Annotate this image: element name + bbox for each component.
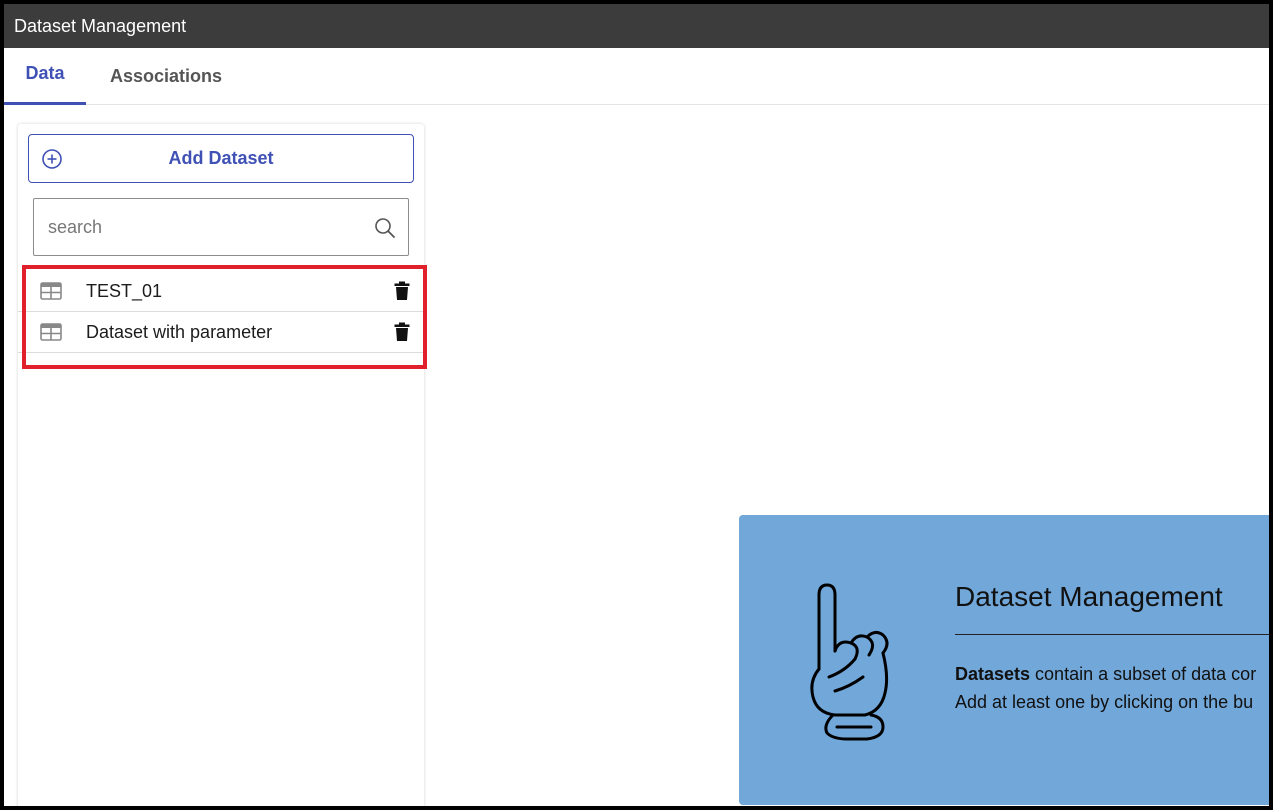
tab-associations-label: Associations xyxy=(110,66,223,86)
add-dataset-label: Add Dataset xyxy=(168,148,274,168)
info-bold-term: Datasets xyxy=(955,664,1031,684)
table-icon xyxy=(40,323,62,341)
search-input[interactable] xyxy=(48,215,348,239)
tab-associations[interactable]: Associations xyxy=(110,48,222,105)
add-dataset-button[interactable]: Add Dataset xyxy=(28,134,414,183)
dataset-list: TEST_01 Dataset with parameter xyxy=(18,271,424,353)
info-panel: Dataset Management Datasets contain a su… xyxy=(739,515,1273,805)
tab-data-label: Data xyxy=(25,62,65,83)
list-item[interactable]: TEST_01 xyxy=(18,271,424,312)
info-description: Datasets contain a subset of data cor Ad… xyxy=(955,660,1256,716)
info-line-2: Add at least one by clicking on the bu xyxy=(955,692,1254,712)
search-box xyxy=(33,198,409,256)
info-title: Dataset Management xyxy=(955,581,1223,612)
info-line-1-text: contain a subset of data cor xyxy=(1030,664,1257,684)
dataset-sidebar: Add Dataset TEST_01 xyxy=(18,124,424,810)
info-divider xyxy=(955,634,1273,635)
pointing-hand-icon xyxy=(810,583,889,741)
trash-icon[interactable] xyxy=(394,322,410,342)
search-icon[interactable] xyxy=(374,217,396,239)
tab-bar: Data Associations xyxy=(4,48,1269,105)
list-item-label: TEST_01 xyxy=(86,280,163,301)
window-titlebar: Dataset Management xyxy=(4,4,1269,48)
list-item-label: Dataset with parameter xyxy=(86,321,273,342)
trash-icon[interactable] xyxy=(394,281,410,301)
tab-data[interactable]: Data xyxy=(4,48,86,105)
plus-circle-icon xyxy=(42,149,62,169)
list-item[interactable]: Dataset with parameter xyxy=(18,312,424,353)
info-line-1: Datasets contain a subset of data cor xyxy=(955,660,1256,688)
window-title: Dataset Management xyxy=(14,15,187,36)
table-icon xyxy=(40,282,62,300)
